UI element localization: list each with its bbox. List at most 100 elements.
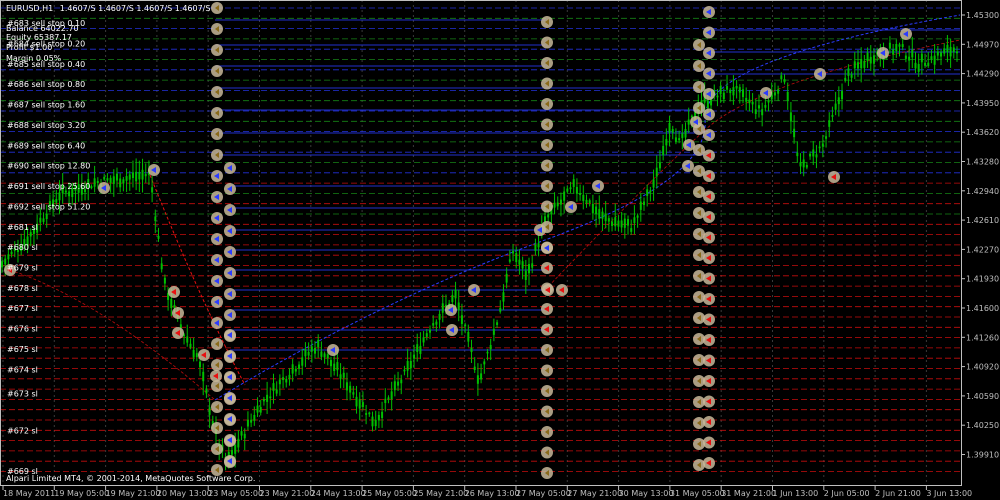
candle-body [920, 53, 923, 63]
candle-body [416, 344, 419, 352]
candle-body [259, 407, 262, 413]
candle-body [757, 105, 760, 109]
candle-body [298, 364, 301, 369]
price-tick-label: 1.43620 [966, 128, 999, 137]
candle-body [802, 159, 805, 168]
price-tick-label: 1.42940 [966, 187, 999, 196]
candle-body [202, 371, 205, 382]
candle-body [333, 363, 336, 372]
candle-body [837, 97, 840, 105]
candle-body [230, 450, 233, 455]
order-level-label: #690 sell stop 12.80 [7, 162, 90, 171]
candle-body [585, 199, 588, 204]
candle-body [825, 136, 828, 139]
candle-body [253, 414, 256, 421]
candle-body [256, 405, 259, 413]
candle-body [956, 51, 958, 54]
candle-body [761, 109, 764, 116]
candle-body [534, 244, 537, 251]
candle-body [809, 153, 812, 157]
candle-body [422, 337, 425, 343]
candle-body [722, 92, 725, 100]
candle-body [39, 217, 42, 223]
candle-body [706, 100, 709, 109]
price-tick-label: 1.41930 [966, 275, 999, 284]
candle-body [390, 391, 393, 400]
ohlc-label: 1.4607/S 1.4607/S 1.4607/S 1.4607/S [59, 4, 211, 13]
candle-body [828, 120, 831, 127]
candle-body [470, 348, 473, 353]
candle-body [304, 349, 307, 357]
order-level-label: #689 sell stop 6.40 [7, 141, 85, 150]
candle-body [413, 354, 416, 359]
candle-body [869, 56, 872, 64]
candle-body [793, 128, 796, 138]
candle-body [320, 351, 323, 357]
time-tick-label: 31 May 21:00 [721, 489, 776, 498]
candle-body [505, 273, 508, 283]
candle-body [531, 263, 534, 268]
candle-body [278, 379, 281, 385]
candle-body [850, 74, 853, 78]
candle-body [119, 178, 122, 188]
candle-body [512, 250, 515, 254]
candle-body [681, 133, 684, 139]
candle-body [892, 49, 895, 55]
candle-body [419, 345, 422, 354]
candle-body [272, 383, 275, 391]
candle-body [738, 87, 741, 93]
candle-body [642, 201, 645, 205]
candle-body [1, 261, 3, 268]
equity-label: Equity 65387.17 [6, 33, 73, 42]
candle-body [205, 388, 208, 394]
candle-body [496, 322, 499, 325]
candle-body [831, 115, 834, 117]
candle-body [674, 137, 677, 142]
candle-body [764, 105, 767, 108]
price-tick-label: 1.42270 [966, 245, 999, 254]
order-level-label: #688 sell stop 3.20 [7, 121, 85, 130]
candle-body [425, 333, 428, 337]
time-tick-label: 18 May 2011 [3, 489, 55, 498]
candle-body [131, 172, 134, 178]
candle-body [237, 438, 240, 448]
candle-body [326, 354, 329, 359]
price-tick-label: 1.43280 [966, 158, 999, 167]
candle-body [307, 351, 310, 356]
candle-body [163, 277, 166, 284]
candle-body [112, 176, 115, 184]
candle-body [400, 379, 403, 384]
candle-body [483, 361, 486, 365]
candle-body [45, 213, 48, 219]
candle-body [834, 103, 837, 110]
candle-body [173, 304, 176, 308]
candle-body [767, 100, 770, 103]
candle-body [269, 396, 272, 399]
candle-body [135, 171, 138, 182]
candle-body [853, 61, 856, 69]
candle-body [282, 377, 285, 381]
price-tick-label: 1.42610 [966, 216, 999, 225]
price-tick-label: 1.39910 [966, 451, 999, 460]
candle-body [754, 109, 757, 115]
order-level-label: #686 sell stop 0.80 [7, 80, 85, 89]
order-level-label: #691 sell stop 25.60 [7, 182, 90, 191]
price-tick-label: 1.45300 [966, 11, 999, 20]
time-tick-label: 19 May 21:00 [106, 489, 161, 498]
candle-body [186, 336, 189, 343]
candle-body [927, 62, 930, 67]
candle-body [189, 343, 192, 348]
candle-body [345, 382, 348, 391]
candle-body [783, 79, 786, 83]
order-level-label: #676 sl [7, 325, 38, 334]
candle-body [815, 154, 818, 158]
candle-body [208, 407, 211, 415]
candle-body [639, 201, 642, 210]
price-tick-label: 1.44970 [966, 40, 999, 49]
candle-body [904, 55, 907, 59]
candle-body [90, 186, 93, 189]
price-chart[interactable]: #683 sell stop 0.10#684 sell stop 0.20#6… [0, 0, 1000, 500]
order-level-label: #678 sl [7, 284, 38, 293]
candle-body [671, 129, 674, 133]
candle-body [575, 186, 578, 194]
